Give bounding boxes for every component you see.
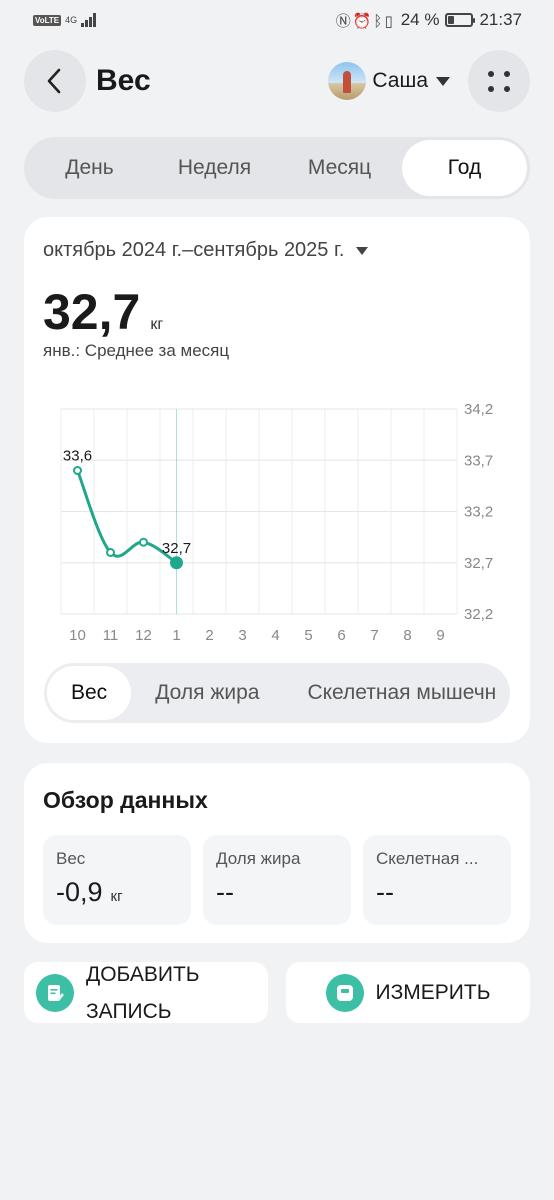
battery-percent: 24 %	[400, 10, 440, 29]
metric-tab-body-fat[interactable]: Доля жира	[131, 666, 283, 720]
y-tick-label: 33,7	[464, 452, 493, 469]
data-overview-card: Обзор данных Вес -0,9 кг Доля жира -- Ск…	[24, 763, 530, 943]
measure-label: ИЗМЕРИТЬ	[375, 981, 491, 1004]
vibrate-icon: ▯	[384, 12, 395, 30]
nfc-icon: Ⓝ	[335, 12, 353, 30]
battery-icon	[445, 13, 476, 27]
chevron-down-icon	[436, 76, 450, 86]
selected-data-point	[170, 556, 183, 570]
weight-chart-card: октябрь 2024 г.–сентябрь 2025 г. 32,7 кг…	[24, 217, 530, 743]
tile-value-row: -0,9 кг	[56, 877, 178, 908]
tile-value: --	[216, 877, 234, 907]
tile-label: Доля жира	[216, 849, 301, 868]
system-status-icons: Ⓝ⏰ᛒ▯	[336, 10, 395, 31]
x-tick-label: 2	[205, 627, 213, 644]
x-tick-label: 4	[271, 627, 279, 644]
edit-note-icon	[36, 973, 74, 1012]
page-title: Вес	[96, 64, 151, 97]
x-tick-label: 10	[69, 627, 86, 644]
add-record-label-line1: ДОБАВИТЬ	[86, 962, 200, 986]
bluetooth-icon: ᛒ	[373, 12, 385, 30]
metric-tab-skeletal-muscle[interactable]: Скелетная мышечн	[283, 666, 510, 720]
tile-label: Вес	[56, 849, 86, 868]
tile-unit: кг	[110, 888, 123, 905]
data-point	[73, 466, 82, 475]
tile-value-row: --	[376, 877, 498, 908]
x-tick-label: 3	[238, 627, 246, 644]
x-tick-label: 11	[103, 627, 119, 644]
header: Вес Саша	[24, 50, 530, 112]
y-tick-label: 32,7	[464, 555, 493, 572]
chevron-down-icon	[356, 246, 369, 255]
weight-chart[interactable]: 34,2 33,7 33,2 32,7 32,2 10 11 12 1 2 3 4 5 6 7 8 9 33,6 3…	[24, 397, 530, 647]
x-tick-label: 5	[304, 627, 312, 644]
x-tick-label: 7	[370, 627, 378, 644]
tab-week[interactable]: Неделя	[152, 140, 277, 196]
tile-value-row: --	[216, 877, 338, 908]
user-name: Саша	[372, 69, 428, 92]
summary-caption: янв.: Среднее за месяц	[43, 341, 230, 360]
y-tick-label: 34,2	[464, 401, 493, 418]
tab-month[interactable]: Месяц	[277, 140, 402, 196]
date-range-label: октябрь 2024 г.–сентябрь 2025 г.	[43, 239, 345, 261]
x-tick-label: 1	[172, 627, 180, 644]
alarm-icon: ⏰	[352, 12, 374, 30]
tile-value: --	[376, 877, 394, 907]
overview-title: Обзор данных	[43, 787, 208, 813]
status-bar: VoLTE 4G Ⓝ⏰ᛒ▯ 24 % 21:37	[0, 0, 554, 40]
summary-value: 32,7 кг	[43, 283, 163, 341]
network-indicators: VoLTE 4G	[33, 13, 97, 27]
weight-unit: кг	[150, 316, 164, 333]
tile-skeletal-muscle[interactable]: Скелетная ... --	[363, 835, 511, 925]
tile-label: Скелетная ...	[376, 849, 479, 868]
overview-tiles: Вес -0,9 кг Доля жира -- Скелетная ... -…	[43, 835, 511, 925]
weight-line-chart[interactable]: 34,233,733,232,732,210 11 12 1 2 3 4 5 6 7 8 933,63…	[24, 397, 530, 647]
add-record-label: ДОБАВИТЬ ЗАПИСЬ	[86, 956, 200, 1030]
data-label: 32,7	[162, 540, 191, 557]
y-tick-label: 32,2	[464, 606, 493, 623]
metric-tab-weight[interactable]: Вес	[47, 666, 132, 720]
back-arrow-icon	[47, 68, 61, 94]
tile-value: -0,9	[56, 877, 103, 907]
battery-level	[448, 16, 454, 24]
data-label: 33,6	[63, 448, 92, 465]
tab-day[interactable]: День	[27, 140, 152, 196]
tile-weight[interactable]: Вес -0,9 кг	[43, 835, 191, 925]
clock: 21:37	[479, 10, 522, 29]
four-dots-icon	[487, 70, 511, 92]
x-tick-label: 9	[436, 627, 444, 644]
add-record-button[interactable]: ДОБАВИТЬ ЗАПИСЬ	[24, 962, 268, 1023]
status-indicators: Ⓝ⏰ᛒ▯ 24 % 21:37	[336, 10, 522, 31]
data-point	[139, 537, 148, 547]
measure-button[interactable]: ИЗМЕРИТЬ	[286, 962, 530, 1023]
more-menu-button[interactable]	[468, 50, 530, 112]
x-tick-label: 12	[135, 627, 152, 644]
period-tabs: День Неделя Месяц Год	[24, 137, 530, 199]
x-tick-label: 8	[403, 627, 411, 644]
network-type: 4G	[65, 15, 78, 25]
avatar	[328, 62, 367, 100]
y-tick-label: 33,2	[464, 504, 493, 521]
add-record-label-line2: ЗАПИСЬ	[86, 999, 172, 1023]
user-switcher[interactable]: Саша	[328, 62, 450, 100]
tile-body-fat[interactable]: Доля жира --	[203, 835, 351, 925]
tab-year[interactable]: Год	[402, 140, 527, 196]
back-button[interactable]	[24, 50, 86, 112]
metric-tabs: Вес Доля жира Скелетная мышечн	[44, 663, 510, 723]
date-range-selector[interactable]: октябрь 2024 г.–сентябрь 2025 г.	[43, 239, 369, 262]
weight-value: 32,7	[43, 284, 141, 340]
x-tick-label: 6	[337, 627, 345, 644]
scale-icon	[325, 973, 364, 1012]
signal-icon	[81, 13, 97, 27]
data-point	[106, 548, 115, 557]
volte-badge: VoLTE	[33, 14, 62, 26]
